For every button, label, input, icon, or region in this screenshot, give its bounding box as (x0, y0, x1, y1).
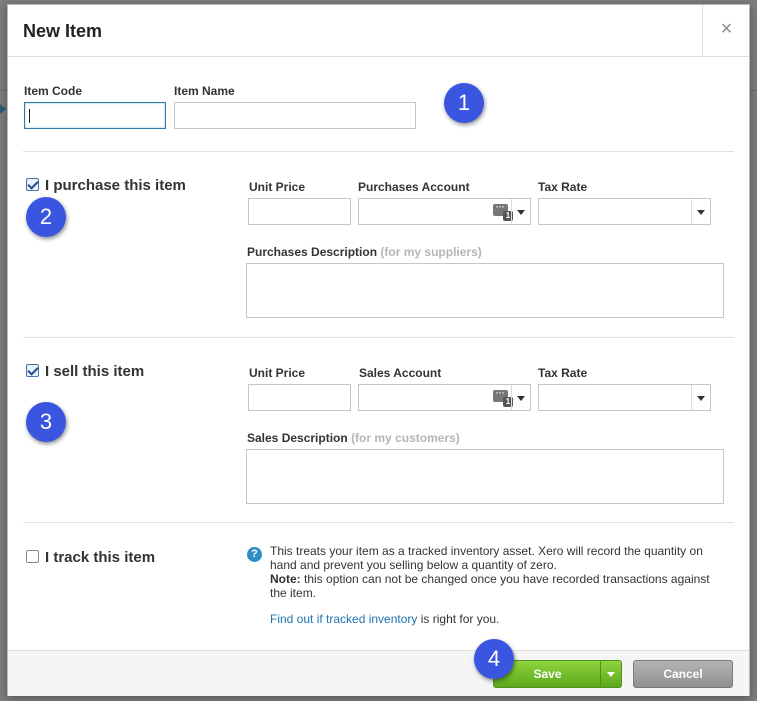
item-name-input[interactable] (174, 102, 416, 129)
pointer-arrow-icon (0, 104, 6, 114)
sales-checkbox[interactable] (26, 364, 39, 377)
track-checkbox-row[interactable]: I track this item (26, 549, 155, 566)
purchases-account-label: Purchases Account (358, 180, 470, 194)
step-badge-3: 3 (26, 402, 66, 442)
step-badge-1: 1 (444, 83, 484, 123)
sales-tax-rate-select[interactable] (538, 384, 711, 411)
item-code-input[interactable] (24, 102, 166, 129)
purchases-description-label: Purchases Description (for my suppliers) (247, 245, 482, 259)
track-note-text: this option can not be changed once you … (270, 572, 710, 600)
chevron-down-icon[interactable] (691, 199, 710, 224)
purchase-unit-price-label: Unit Price (249, 180, 306, 194)
account-list-icon[interactable]: 1 (493, 385, 513, 407)
sales-account-label: Sales Account (359, 366, 442, 380)
purchases-description-hint: (for my suppliers) (380, 245, 482, 259)
item-name-label: Item Name (174, 84, 235, 98)
sales-account-select[interactable]: 1 (358, 384, 531, 411)
purchases-description-textarea[interactable] (246, 263, 724, 318)
tracked-inventory-help: Find out if tracked inventory is right f… (270, 612, 499, 626)
chevron-down-icon[interactable] (511, 385, 530, 410)
item-code-label: Item Code (24, 84, 83, 98)
purchase-checkbox-row[interactable]: I purchase this item (26, 177, 186, 194)
sales-description-label: Sales Description (for my customers) (247, 431, 460, 445)
dialog-header: New Item × (8, 5, 749, 57)
save-options-chevron-down-icon[interactable] (600, 661, 621, 687)
sales-description-label-text: Sales Description (247, 431, 348, 445)
sales-unit-price-label: Unit Price (249, 366, 306, 380)
purchase-checkbox[interactable] (26, 178, 39, 191)
help-icon: ? (247, 547, 262, 562)
new-item-dialog: New Item × Item Code Item Name I purchas… (7, 4, 750, 696)
track-checkbox-label: I track this item (45, 549, 156, 566)
tracked-inventory-link-suffix: is right for you. (417, 612, 500, 626)
purchases-description-label-text: Purchases Description (247, 245, 378, 259)
purchase-checkbox-label: I purchase this item (45, 177, 186, 194)
purchase-unit-price-input[interactable] (248, 198, 351, 225)
track-info-body: This treats your item as a tracked inven… (270, 544, 703, 572)
chevron-down-icon[interactable] (691, 385, 710, 410)
sales-tax-rate-label: Tax Rate (538, 366, 588, 380)
sales-description-textarea[interactable] (246, 449, 724, 504)
step-badge-4: 4 (474, 639, 514, 679)
purchase-tax-rate-select[interactable] (538, 198, 711, 225)
purchases-account-select[interactable]: 1 (358, 198, 531, 225)
track-checkbox[interactable] (26, 550, 39, 563)
track-info-text: This treats your item as a tracked inven… (270, 544, 720, 600)
text-caret (29, 109, 30, 123)
step-badge-2: 2 (26, 197, 66, 237)
track-note-label: Note: (270, 572, 301, 586)
section-divider (23, 522, 734, 523)
account-list-icon[interactable]: 1 (493, 199, 513, 221)
sales-unit-price-input[interactable] (248, 384, 351, 411)
tracked-inventory-link[interactable]: Find out if tracked inventory (270, 612, 417, 626)
section-divider (23, 151, 734, 152)
section-divider (23, 337, 734, 338)
cancel-button[interactable]: Cancel (633, 660, 733, 688)
close-icon[interactable]: × (702, 5, 750, 56)
chevron-down-icon[interactable] (511, 199, 530, 224)
purchase-tax-rate-label: Tax Rate (538, 180, 588, 194)
sales-checkbox-label: I sell this item (45, 363, 145, 380)
sales-description-hint: (for my customers) (351, 431, 460, 445)
sales-checkbox-row[interactable]: I sell this item (26, 363, 144, 380)
dialog-title: New Item (23, 21, 103, 41)
